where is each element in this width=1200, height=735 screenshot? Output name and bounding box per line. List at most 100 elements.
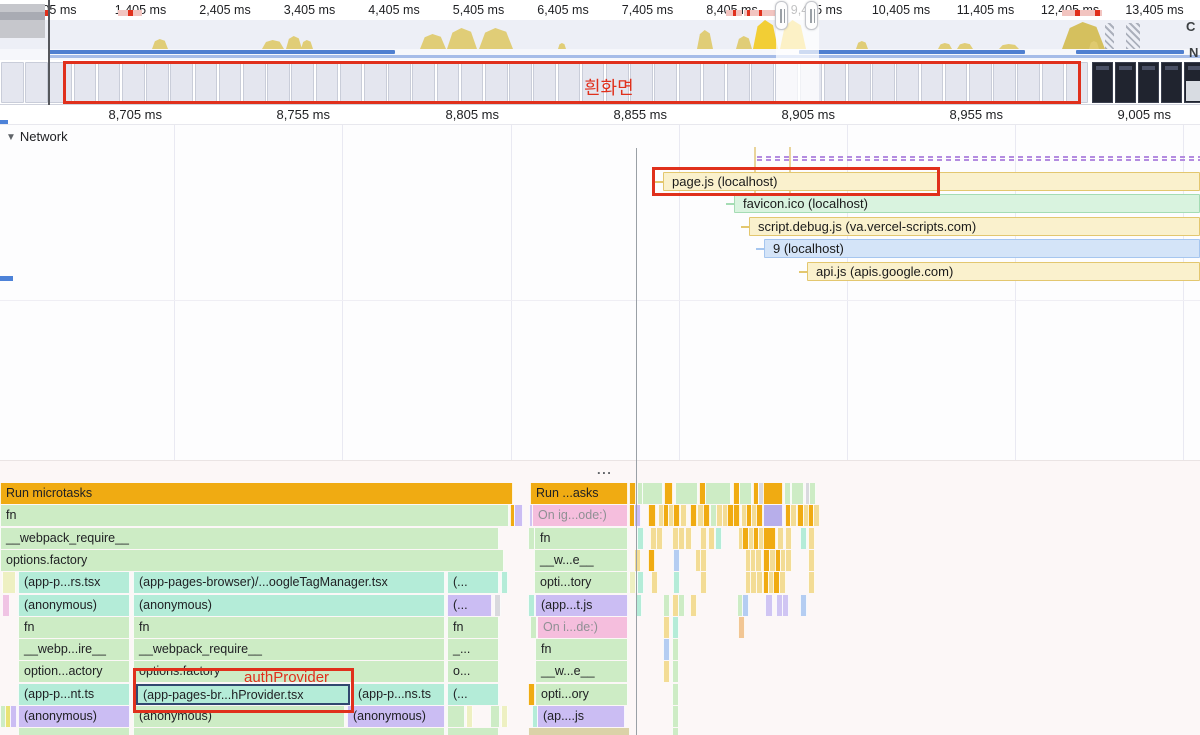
flame-sliver[interactable]	[447, 728, 499, 735]
flame-sliver[interactable]	[2, 572, 16, 593]
flame-sliver[interactable]	[739, 483, 752, 504]
flame-sliver[interactable]	[672, 684, 679, 705]
flame-sliver[interactable]	[673, 572, 680, 593]
flame-block[interactable]: __w...e__	[535, 661, 628, 682]
flame-sliver[interactable]	[779, 572, 786, 593]
flame-block[interactable]: opti...ory	[535, 684, 628, 705]
flame-block[interactable]: fn	[534, 528, 628, 549]
flame-block[interactable]: On i...de:)	[537, 617, 628, 638]
filmstrip-frame[interactable]	[25, 62, 48, 103]
flame-sliver[interactable]	[663, 595, 670, 616]
flame-sliver[interactable]	[663, 639, 670, 660]
flame-sliver[interactable]	[629, 572, 636, 593]
flame-block[interactable]: fn	[18, 617, 130, 638]
network-request[interactable]: favicon.ico (localhost)	[0, 194, 1200, 213]
flame-sliver[interactable]	[808, 528, 815, 549]
flame-block[interactable]: fn	[535, 639, 628, 660]
filmstrip-frame-screenshot[interactable]	[1115, 62, 1136, 103]
flame-sliver[interactable]	[765, 595, 773, 616]
flame-sliver[interactable]	[808, 572, 815, 593]
flame-sliver[interactable]	[756, 572, 763, 593]
network-request[interactable]: script.debug.js (va.vercel-scripts.com)	[0, 217, 1200, 236]
filmstrip-frame-screenshot[interactable]	[1161, 62, 1182, 103]
flame-sliver[interactable]	[672, 617, 679, 638]
flame-sliver[interactable]	[18, 728, 130, 735]
flame-sliver[interactable]	[528, 684, 535, 705]
flame-sliver[interactable]	[813, 505, 820, 526]
flame-sliver[interactable]	[447, 706, 465, 727]
flame-sliver[interactable]	[738, 617, 745, 638]
flame-block[interactable]: (anonymous)	[18, 595, 130, 616]
flame-block[interactable]: (anonymous)	[347, 706, 445, 727]
flame-block[interactable]: (anonymous)	[18, 706, 130, 727]
flame-block[interactable]: Run ...asks	[530, 483, 628, 504]
flame-block[interactable]: fn	[133, 617, 445, 638]
flame-sliver[interactable]	[648, 550, 655, 571]
flame-sliver[interactable]	[651, 572, 658, 593]
flame-sliver[interactable]	[685, 528, 692, 549]
flame-block[interactable]: (...	[447, 684, 499, 705]
flame-sliver[interactable]	[490, 706, 500, 727]
flame-sliver[interactable]	[777, 528, 784, 549]
flame-sliver[interactable]	[708, 528, 715, 549]
flame-sliver[interactable]	[705, 483, 731, 504]
flame-sliver[interactable]	[2, 595, 10, 616]
flame-block[interactable]: (app-p...nt.ts	[18, 684, 130, 705]
flame-block[interactable]: (app-pages-browser)/...oogleTagManager.t…	[133, 572, 445, 593]
flame-sliver[interactable]	[528, 595, 535, 616]
flame-block[interactable]: __webpack_require__	[133, 639, 445, 660]
flame-block[interactable]: __webpack_require__	[0, 528, 499, 549]
flame-sliver[interactable]	[637, 528, 644, 549]
flame-block[interactable]: (...	[447, 572, 499, 593]
flame-block[interactable]: opti...tory	[534, 572, 628, 593]
network-request[interactable]: api.js (apis.google.com)	[0, 262, 1200, 281]
flame-sliver[interactable]	[629, 483, 636, 504]
flame-sliver[interactable]	[763, 483, 783, 504]
filmstrip-frame-screenshot[interactable]	[1092, 62, 1113, 103]
flame-block[interactable]: (app-p...rs.tsx	[18, 572, 130, 593]
flame-sliver[interactable]	[800, 595, 807, 616]
flame-sliver[interactable]	[785, 550, 792, 571]
flame-sliver[interactable]	[672, 706, 679, 727]
flame-sliver[interactable]	[663, 617, 670, 638]
flame-sliver[interactable]	[809, 483, 816, 504]
flame-sliver[interactable]	[700, 528, 707, 549]
flame-sliver[interactable]	[648, 505, 656, 526]
flame-sliver[interactable]	[784, 483, 791, 504]
network-track-header[interactable]: ▼Network	[6, 129, 68, 144]
flame-sliver[interactable]	[672, 728, 679, 735]
flame-sliver[interactable]	[642, 483, 663, 504]
flame-block[interactable]: (anonymous)	[133, 595, 445, 616]
flame-sliver[interactable]	[742, 595, 749, 616]
flame-block[interactable]: (app...t.js	[535, 595, 628, 616]
flame-sliver[interactable]	[763, 528, 776, 549]
flame-sliver[interactable]	[673, 550, 680, 571]
selection-handle-right[interactable]	[805, 1, 818, 30]
flame-sliver[interactable]	[678, 595, 685, 616]
flame-sliver[interactable]	[656, 528, 663, 549]
flame-sliver[interactable]	[700, 550, 707, 571]
flame-block[interactable]: Run microtasks	[0, 483, 513, 504]
flame-block[interactable]: On ig...ode:)	[532, 505, 628, 526]
flame-block[interactable]: __w...e__	[534, 550, 628, 571]
filmstrip-frame-screenshot[interactable]	[1184, 62, 1200, 103]
flame-sliver[interactable]	[10, 706, 17, 727]
flame-block[interactable]: fn	[0, 505, 509, 526]
flame-sliver[interactable]	[678, 528, 685, 549]
track-resize-handle[interactable]: ...	[597, 462, 612, 477]
flame-block[interactable]: option...actory	[18, 661, 130, 682]
flame-block[interactable]: (ap....js	[537, 706, 625, 727]
flame-sliver[interactable]	[673, 505, 680, 526]
filmstrip-frame[interactable]	[1, 62, 24, 103]
flame-block[interactable]: (...	[447, 595, 492, 616]
flame-sliver[interactable]	[637, 572, 644, 593]
flame-sliver[interactable]	[690, 595, 697, 616]
flame-sliver[interactable]	[672, 639, 679, 660]
flame-sliver[interactable]	[808, 550, 815, 571]
selection-handle-left[interactable]	[775, 1, 788, 30]
flame-block[interactable]: (app-p...ns.ts	[352, 684, 445, 705]
network-request[interactable]: 9 (localhost)	[0, 239, 1200, 258]
flame-sliver[interactable]	[494, 595, 501, 616]
network-request[interactable]: page.js (localhost)	[0, 172, 1200, 191]
flame-sliver[interactable]	[800, 528, 807, 549]
